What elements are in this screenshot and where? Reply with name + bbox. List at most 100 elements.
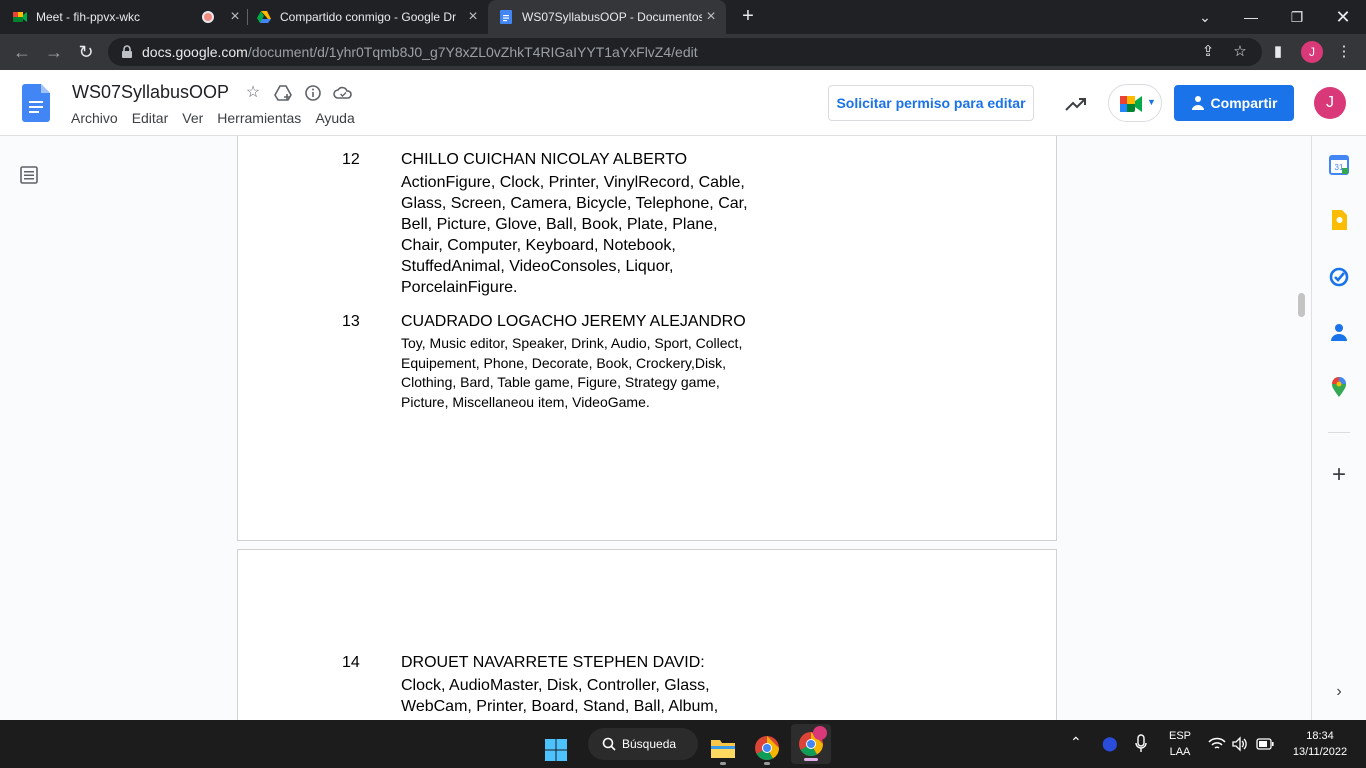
object-list: Clock, AudioMaster, Disk, Controller, Gl… [401,677,719,720]
language-code: ESP [1168,730,1191,742]
person-lock-icon [1191,96,1204,110]
add-addon-button[interactable]: + [1328,463,1350,487]
share-label: Compartir [1210,95,1278,111]
search-label: Búsqueda [622,737,677,751]
entry-number: 13 [342,313,360,330]
browser-menu-icon[interactable]: ⋮ [1334,42,1354,62]
date-text: 13/11/2022 [1292,746,1348,758]
side-panel-icon[interactable]: ▮ [1268,42,1288,62]
back-button[interactable]: ← [10,40,34,64]
tab-search-icon[interactable]: ⌄ [1182,0,1228,34]
tasks-icon[interactable] [1328,266,1350,288]
svg-text:31: 31 [1335,163,1344,172]
meet-call-button[interactable]: ▼ [1108,84,1162,122]
move-to-drive-icon[interactable] [273,83,293,103]
tab-title: Compartido conmigo - Google Dr [280,10,457,24]
entry-number: 14 [342,654,360,671]
student-name: CHILLO CUICHAN NICOLAY ALBERTO [401,151,688,168]
docs-logo-icon[interactable] [22,84,50,122]
menu-ayuda[interactable]: Ayuda [315,110,354,126]
battery-icon[interactable] [1256,738,1274,750]
bookmark-star-icon[interactable]: ☆ [1230,42,1250,62]
wifi-icon[interactable] [1208,736,1226,752]
close-tab-icon[interactable]: × [702,8,720,26]
document-page: 14 DROUET NAVARRETE STEPHEN DAVID: Clock… [238,550,1056,720]
reload-button[interactable]: ↻ [74,40,98,64]
document-outline-icon[interactable] [18,164,40,186]
chrome-active-slot[interactable] [791,724,831,764]
activity-trend-icon[interactable] [1064,92,1088,116]
document-canvas: 12 CHILLO CUICHAN NICOLAY ALBERTO Action… [0,136,1311,720]
docs-icon [500,10,512,24]
running-indicator [720,762,726,765]
side-panel: 31 + › [1311,136,1366,720]
time-text: 18:34 [1306,730,1334,742]
tab-docs[interactable]: WS07SyllabusOOP - Documentos × [488,0,726,34]
clock[interactable]: 18:34 13/11/2022 [1284,728,1356,760]
forward-button[interactable]: → [42,40,66,64]
taskbar-search[interactable]: Búsqueda [588,728,698,760]
volume-icon[interactable] [1232,736,1248,752]
menu-archivo[interactable]: Archivo [71,110,118,126]
profile-badge-icon [813,726,827,740]
show-hidden-icons-chevron-icon[interactable]: ⌃ [1070,734,1082,751]
recording-icon [202,11,214,23]
active-indicator [804,758,818,761]
start-windows-icon[interactable] [544,732,568,768]
browser-toolbar: ← → ↻ docs.google.com/document/d/1yhr0Tq… [0,34,1366,70]
taskbar: Búsqueda ⌃ ⬤ ESP LAA 18:34 13/11/2022 [0,720,1366,768]
cloud-saved-icon[interactable] [333,83,353,103]
tab-strip: Meet - fih-ppvx-wkc × Compartido conmigo… [0,0,1366,34]
document-page: 12 CHILLO CUICHAN NICOLAY ALBERTO Action… [238,136,1056,540]
share-button[interactable]: Compartir [1174,85,1294,121]
tab-separator [247,9,248,25]
document-title[interactable]: WS07SyllabusOOP [72,82,229,103]
menu-editar[interactable]: Editar [132,110,169,126]
running-indicator [764,762,770,765]
star-icon[interactable]: ☆ [243,83,263,103]
search-icon [602,737,616,751]
close-window-button[interactable]: ✕ [1320,0,1366,34]
student-name: DROUET NAVARRETE STEPHEN DAVID: [401,654,705,671]
object-list: Toy, Music editor, Speaker, Drink, Audio… [401,335,743,410]
chrome-icon[interactable] [754,730,780,766]
tab-title: Meet - fih-ppvx-wkc [36,10,141,24]
entry-number: 12 [342,151,360,168]
lock-icon [122,45,132,58]
side-panel-divider [1328,432,1350,433]
collapse-panel-chevron-icon[interactable]: › [1328,681,1350,703]
tab-meet[interactable]: Meet - fih-ppvx-wkc × [12,0,244,34]
chevron-down-icon: ▼ [1147,97,1156,107]
restore-button[interactable]: ❐ [1274,0,1320,34]
student-name: CUADRADO LOGACHO JEREMY ALEJANDRO [401,313,746,330]
info-icon[interactable] [303,83,323,103]
docs-header: WS07SyllabusOOP ☆ Archivo Editar Ver Her… [0,70,1366,136]
file-explorer-icon[interactable] [710,730,736,766]
new-tab-button[interactable]: + [738,6,758,26]
meet-icon [13,12,27,22]
browser-profile-avatar[interactable]: J [1301,41,1323,63]
meet-icon [1120,96,1142,112]
address-bar[interactable]: docs.google.com/document/d/1yhr0Tqmb8J0_… [108,38,1262,66]
menu-ver[interactable]: Ver [182,110,203,126]
account-avatar[interactable]: J [1314,87,1346,119]
contacts-icon[interactable] [1328,321,1350,343]
object-list: ActionFigure, Clock, Printer, VinylRecor… [401,174,748,296]
request-edit-button[interactable]: Solicitar permiso para editar [828,85,1034,121]
docs-menu-bar: Archivo Editar Ver Herramientas Ayuda [71,110,369,126]
close-tab-icon[interactable]: × [464,8,482,26]
app-tray-icon[interactable]: ⬤ [1102,736,1118,750]
share-page-icon[interactable]: ⇪ [1198,42,1218,62]
maps-icon[interactable] [1328,376,1350,398]
microphone-icon[interactable] [1134,734,1148,754]
tab-title: WS07SyllabusOOP - Documentos [522,10,702,24]
url-text: docs.google.com/document/d/1yhr0Tqmb8J0_… [142,44,698,60]
tab-drive[interactable]: Compartido conmigo - Google Dr × [256,0,482,34]
keyboard-language[interactable]: ESP LAA [1164,728,1196,760]
close-tab-icon[interactable]: × [226,8,244,26]
minimize-button[interactable]: — [1228,0,1274,34]
menu-herramientas[interactable]: Herramientas [217,110,301,126]
keep-icon[interactable] [1328,209,1350,231]
scrollbar-thumb[interactable] [1298,293,1305,317]
calendar-icon[interactable]: 31 [1328,154,1350,176]
